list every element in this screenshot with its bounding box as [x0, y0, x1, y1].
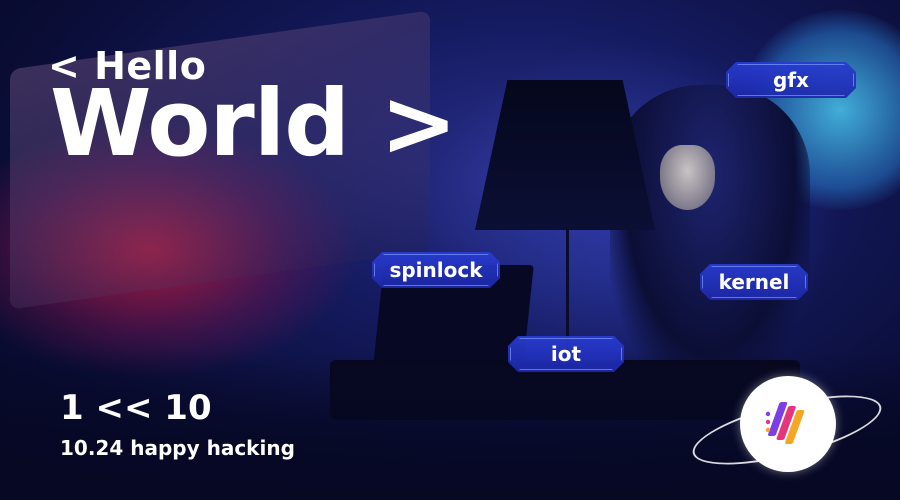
logo-dot-3	[765, 427, 771, 433]
poster-banner: < Hello World > gfx spinlock kernel iot …	[0, 0, 900, 500]
logo-circle	[740, 376, 836, 472]
tag-spinlock: spinlock	[372, 252, 500, 288]
tag-gfx: gfx	[726, 62, 856, 98]
tag-iot: iot	[508, 336, 624, 372]
planet-logo	[686, 370, 888, 480]
logo-dot-2	[765, 419, 771, 425]
logo-dot-1	[765, 411, 771, 417]
headline-big: World >	[50, 70, 457, 177]
bitshift-text: 1 << 10	[60, 388, 212, 428]
event-subtitle: 10.24 happy hacking	[60, 436, 295, 460]
tag-kernel: kernel	[700, 264, 808, 300]
hooded-hacker-silhouette	[610, 85, 810, 385]
stacked-bars-logo-icon	[765, 402, 805, 444]
mask-face	[660, 145, 715, 210]
